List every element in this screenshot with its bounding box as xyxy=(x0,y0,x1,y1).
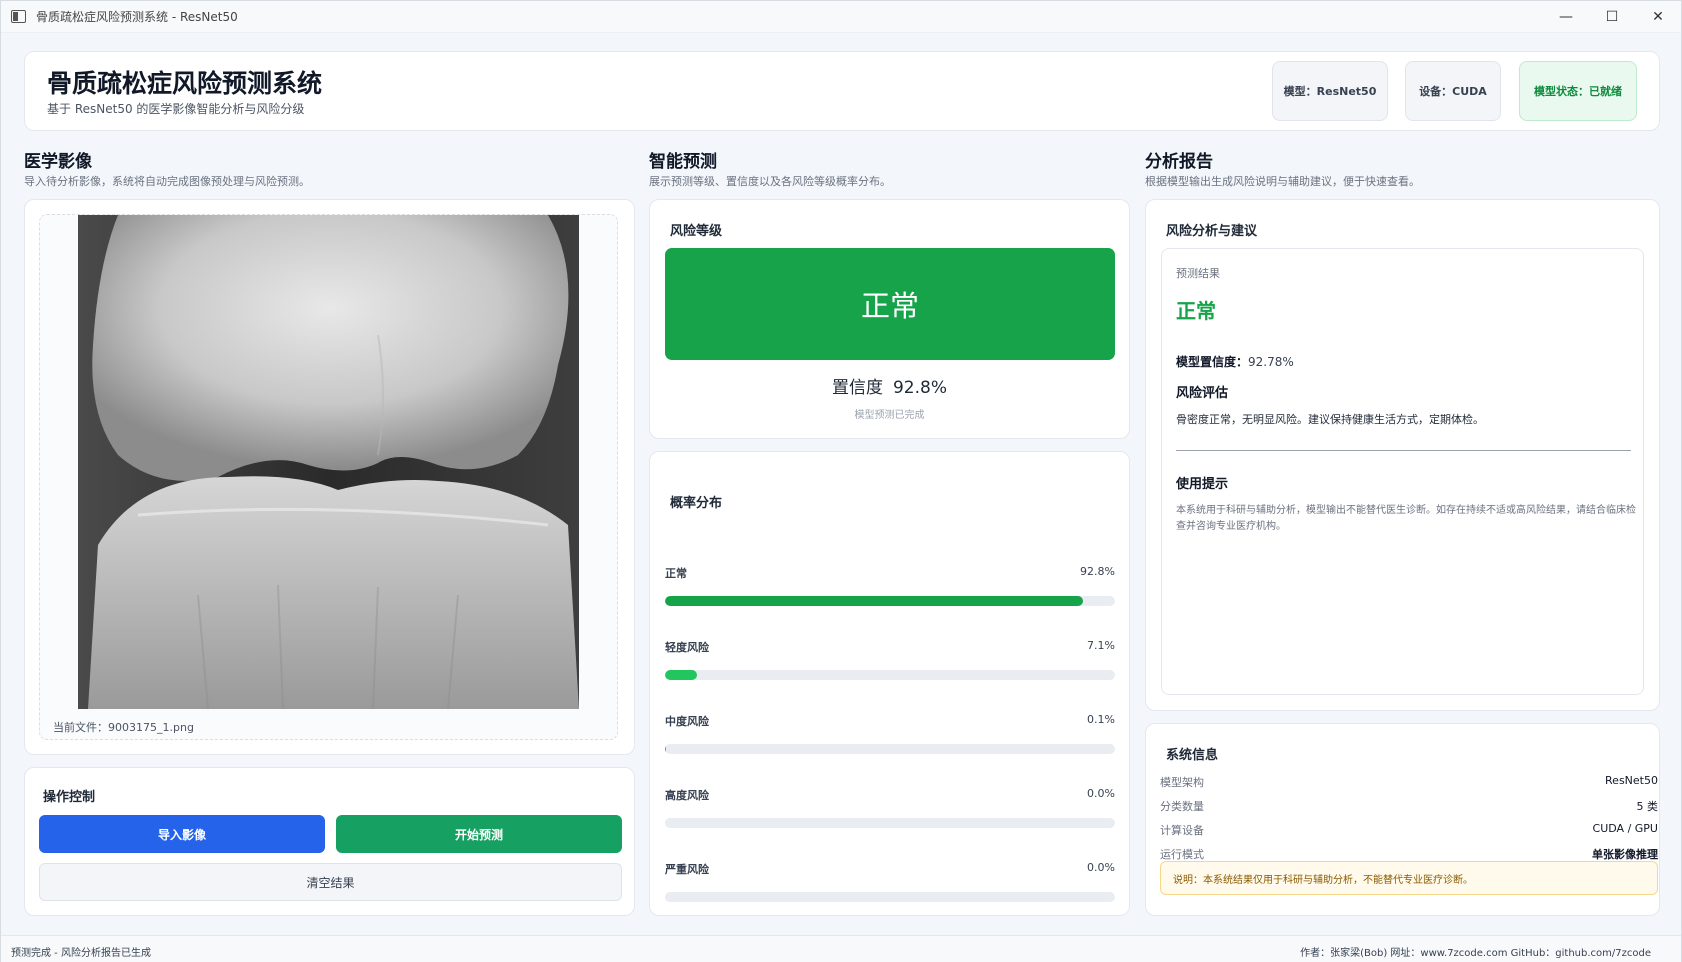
system-info-value: CUDA / GPU xyxy=(1592,822,1658,835)
model-confidence-key: 模型置信度： xyxy=(1176,355,1249,369)
probability-label: 高度风险 xyxy=(665,789,709,802)
window-title: 骨质疏松症风险预测系统 - ResNet50 xyxy=(36,10,238,24)
probability-value: 92.8% xyxy=(1080,565,1115,578)
system-info-value: ResNet50 xyxy=(1605,774,1658,787)
system-info-key: 计算设备 xyxy=(1160,824,1204,837)
result-value: 正常 xyxy=(1176,299,1216,323)
confidence-value: 92.8% xyxy=(892,378,947,398)
confidence-label: 置信度 xyxy=(831,378,883,398)
close-button[interactable]: ✕ xyxy=(1635,1,1681,33)
page-subtitle: 基于 ResNet50 的医学影像智能分析与风险分级 xyxy=(47,102,305,116)
report-divider xyxy=(1176,450,1631,451)
header-card: 骨质疏松症风险预测系统 基于 ResNet50 的医学影像智能分析与风险分级 模… xyxy=(24,51,1660,131)
risk-level-card: 风险等级 正常 置信度 92.8% 模型预测已完成 xyxy=(649,199,1130,439)
page-title: 骨质疏松症风险预测系统 xyxy=(47,69,323,98)
device-chip: 设备：CUDA xyxy=(1405,61,1501,121)
start-predict-button[interactable]: 开始预测 xyxy=(336,815,622,853)
image-card: 当前文件：9003175_1.png xyxy=(24,199,635,755)
probability-value: 0.0% xyxy=(1087,787,1115,800)
import-image-button[interactable]: 导入影像 xyxy=(39,815,325,853)
confidence-display: 置信度 92.8% xyxy=(650,373,1129,398)
probability-label: 正常 xyxy=(665,567,687,580)
tips-title: 使用提示 xyxy=(1176,477,1229,492)
section-desc-report: 根据模型输出生成风险说明与辅助建议，便于快速查看。 xyxy=(1145,175,1420,188)
risk-level-title: 风险等级 xyxy=(670,224,723,239)
minimize-button[interactable]: — xyxy=(1543,1,1589,33)
probability-track xyxy=(665,818,1115,828)
system-info-card: 系统信息 模型架构 ResNet50 分类数量 5 类计算设备 CUDA / GPU 运行… xyxy=(1145,723,1660,916)
probability-fill xyxy=(665,670,697,680)
prediction-status: 模型预测已完成 xyxy=(854,410,925,421)
report-card: 风险分析与建议 预测结果 正常 模型置信度：92.78% 风险评估 骨密度正常，… xyxy=(1145,199,1660,711)
risk-level-banner: 正常 xyxy=(665,248,1115,360)
controls-card: 操作控制 导入影像 开始预测 清空结果 xyxy=(24,767,635,916)
title-bar: 骨质疏松症风险预测系统 - ResNet50 — ☐ ✕ xyxy=(1,1,1681,33)
app-window: 骨质疏松症风险预测系统 - ResNet50 — ☐ ✕ 骨质疏松症风险预测系统… xyxy=(0,0,1682,962)
system-info-value: 5 类 xyxy=(1636,800,1659,813)
current-file-label: 当前文件：9003175_1.png xyxy=(53,721,194,734)
model-chip: 模型：ResNet50 xyxy=(1272,61,1388,121)
maximize-button[interactable]: ☐ xyxy=(1589,1,1635,33)
status-message: 预测完成 - 风险分析报告已生成 xyxy=(11,948,151,959)
tips-text: 本系统用于科研与辅助分析，模型输出不能替代医生诊断。如存在持续不适或高风险结果，… xyxy=(1176,505,1636,532)
probability-fill xyxy=(665,596,1083,606)
disclaimer-note: 说明：本系统结果仅用于科研与辅助分析，不能替代专业医疗诊断。 xyxy=(1160,861,1658,895)
system-info-title: 系统信息 xyxy=(1166,748,1219,763)
probability-track xyxy=(665,744,1115,754)
section-desc-image: 导入待分析影像，系统将自动完成图像预处理与风险预测。 xyxy=(24,175,310,188)
assessment-title: 风险评估 xyxy=(1176,386,1229,401)
model-confidence-value: 92.78% xyxy=(1248,355,1294,369)
system-info-key: 运行模式 xyxy=(1160,848,1204,861)
report-title: 风险分析与建议 xyxy=(1166,224,1258,239)
probability-track xyxy=(665,670,1115,680)
clear-results-button[interactable]: 清空结果 xyxy=(39,863,622,901)
section-title-predict: 智能预测 xyxy=(649,152,717,172)
model-status-badge: 模型状态：已就绪 xyxy=(1519,61,1637,121)
app-icon xyxy=(11,10,26,23)
system-info-key: 分类数量 xyxy=(1160,800,1204,813)
status-bar: 预测完成 - 风险分析报告已生成 作者：张家梁(Bob) 网址：www.7zco… xyxy=(1,935,1681,962)
section-title-report: 分析报告 xyxy=(1145,152,1213,172)
system-info-key: 模型架构 xyxy=(1160,776,1204,789)
probability-value: 7.1% xyxy=(1087,639,1115,652)
report-content: 预测结果 正常 模型置信度：92.78% 风险评估 骨密度正常，无明显风险。建议… xyxy=(1161,248,1644,695)
probability-title: 概率分布 xyxy=(670,496,723,511)
model-confidence: 模型置信度：92.78% xyxy=(1176,353,1294,370)
probability-value: 0.1% xyxy=(1087,713,1115,726)
probability-track xyxy=(665,596,1115,606)
assessment-text: 骨密度正常，无明显风险。建议保持健康生活方式，定期体检。 xyxy=(1176,413,1484,426)
probability-label: 轻度风险 xyxy=(665,641,709,654)
section-title-image: 医学影像 xyxy=(24,152,92,172)
system-info-value: 单张影像推理 xyxy=(1592,848,1658,861)
probability-card: 概率分布 正常 92.8% 轻度风险 7.1% 中度风险 0.1% 高度风险 0.0% 严重风险… xyxy=(649,451,1130,916)
probability-label: 中度风险 xyxy=(665,715,709,728)
probability-label: 严重风险 xyxy=(665,863,709,876)
section-desc-predict: 展示预测等级、置信度以及各风险等级概率分布。 xyxy=(649,175,891,188)
controls-title: 操作控制 xyxy=(43,790,96,805)
result-label: 预测结果 xyxy=(1176,267,1220,280)
probability-track xyxy=(665,892,1115,902)
xray-image xyxy=(78,215,579,709)
probability-value: 0.0% xyxy=(1087,861,1115,874)
image-drop-area[interactable]: 当前文件：9003175_1.png xyxy=(39,214,618,740)
author-info: 作者：张家梁(Bob) 网址：www.7zcode.com GitHub：git… xyxy=(1300,948,1651,959)
